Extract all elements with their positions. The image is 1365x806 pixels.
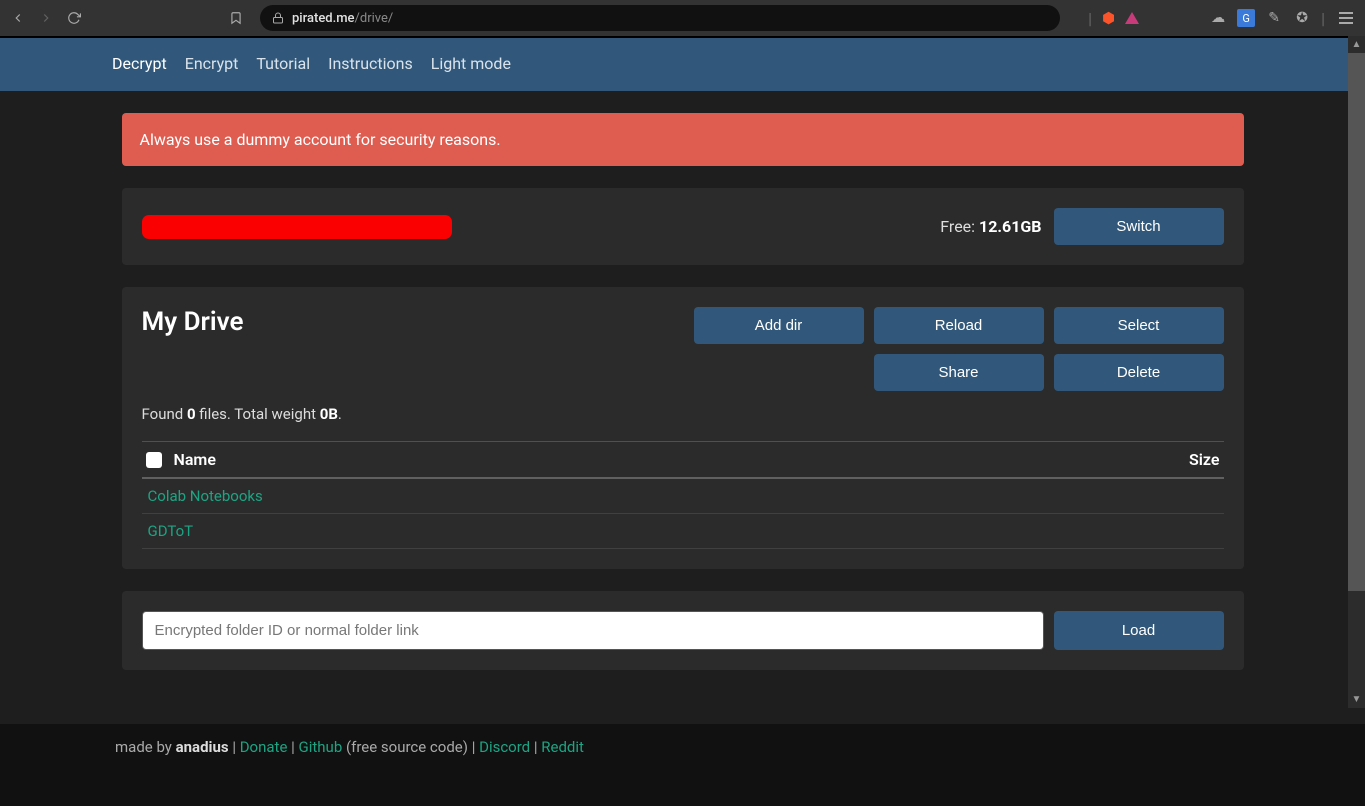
- scroll-thumb[interactable]: [1348, 53, 1365, 591]
- folder-input[interactable]: [142, 611, 1044, 650]
- warning-icon[interactable]: [1125, 12, 1139, 24]
- hamburger-menu-icon[interactable]: [1335, 8, 1357, 28]
- nav-tutorial[interactable]: Tutorial: [256, 48, 310, 79]
- url-domain: pirated.me: [292, 11, 355, 26]
- author-name: anadius: [176, 738, 229, 756]
- delete-button[interactable]: Delete: [1054, 354, 1224, 391]
- col-name: Name: [174, 450, 216, 469]
- drive-title: My Drive: [142, 307, 244, 337]
- table-row[interactable]: Colab Notebooks: [142, 479, 1224, 514]
- browser-chrome: pirated.me/drive/ | ⬢ ☁ G ✎ ✪ |: [0, 0, 1365, 36]
- reload-button[interactable]: Reload: [874, 307, 1044, 344]
- chrome-right: | ⬢ ☁ G ✎ ✪ |: [1088, 8, 1357, 28]
- switch-button[interactable]: Switch: [1054, 208, 1224, 245]
- back-icon[interactable]: [8, 8, 28, 28]
- donate-link[interactable]: Donate: [240, 738, 288, 756]
- discord-link[interactable]: Discord: [479, 738, 530, 756]
- folder-link[interactable]: GDToT: [146, 522, 194, 540]
- add-dir-button[interactable]: Add dir: [694, 307, 864, 344]
- github-link[interactable]: Github: [299, 738, 343, 756]
- translate-icon[interactable]: G: [1237, 9, 1255, 27]
- url-path: /drive/: [355, 11, 394, 26]
- extension-icon[interactable]: ☁: [1209, 9, 1227, 27]
- nav-instructions[interactable]: Instructions: [328, 48, 413, 79]
- select-button[interactable]: Select: [1054, 307, 1224, 344]
- table-header: Name Size: [142, 441, 1224, 479]
- reddit-link[interactable]: Reddit: [541, 738, 584, 756]
- nav-encrypt[interactable]: Encrypt: [185, 48, 239, 79]
- forward-icon[interactable]: [36, 8, 56, 28]
- drive-card: My Drive Add dir Reload Select Share Del…: [122, 287, 1244, 569]
- account-redacted: [142, 215, 452, 239]
- account-card: Free: 12.61GB Switch: [122, 188, 1244, 265]
- main-nav: Decrypt Encrypt Tutorial Instructions Li…: [0, 36, 1365, 91]
- alert-text: Always use a dummy account for security …: [140, 130, 501, 149]
- footer: made by anadius | Donate | Github (free …: [0, 724, 1365, 806]
- bookmark-icon[interactable]: [226, 8, 246, 28]
- nav-lightmode[interactable]: Light mode: [431, 48, 511, 79]
- url-bar[interactable]: pirated.me/drive/: [260, 5, 1060, 31]
- lock-icon: [272, 12, 284, 24]
- col-size: Size: [1189, 450, 1220, 469]
- share-button[interactable]: Share: [874, 354, 1044, 391]
- load-card: Load: [122, 591, 1244, 670]
- table-row[interactable]: GDToT: [142, 514, 1224, 549]
- security-alert: Always use a dummy account for security …: [122, 113, 1244, 166]
- nav-decrypt[interactable]: Decrypt: [112, 48, 167, 79]
- found-summary: Found 0 files. Total weight 0B.: [142, 405, 1224, 423]
- scroll-down-icon[interactable]: ▼: [1348, 691, 1365, 708]
- edit-icon[interactable]: ✎: [1265, 9, 1283, 27]
- scrollbar[interactable]: ▲ ▼: [1348, 36, 1365, 708]
- reload-icon[interactable]: [64, 8, 84, 28]
- scroll-up-icon[interactable]: ▲: [1348, 36, 1365, 53]
- brave-icon[interactable]: ⬢: [1102, 9, 1115, 27]
- extension2-icon[interactable]: ✪: [1293, 9, 1311, 27]
- folder-link[interactable]: Colab Notebooks: [146, 487, 263, 505]
- load-button[interactable]: Load: [1054, 611, 1224, 650]
- free-space-label: Free: 12.61GB: [940, 217, 1041, 236]
- select-all-checkbox[interactable]: [146, 452, 162, 468]
